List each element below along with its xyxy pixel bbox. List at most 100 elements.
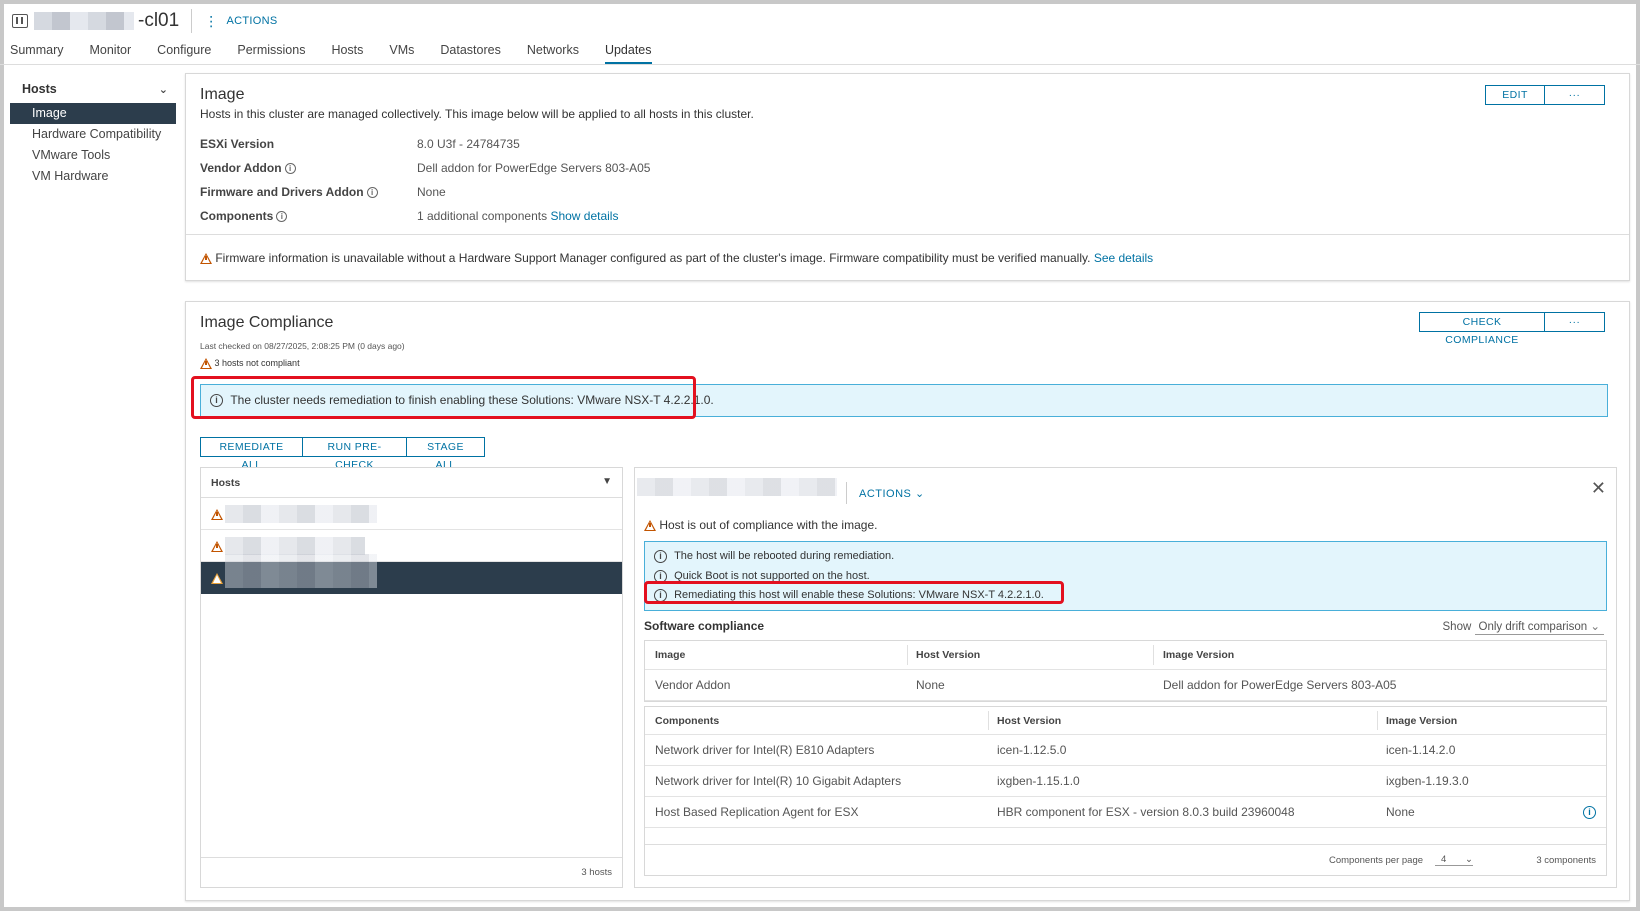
redacted-host-name: [637, 478, 837, 496]
object-tabs: Summary Monitor Configure Permissions Ho…: [10, 40, 678, 64]
field-value: 1 additional components: [417, 209, 548, 223]
host-status: Host is out of compliance with the image…: [644, 518, 877, 532]
highlight-box: [191, 376, 696, 419]
field-firmware-addon: Firmware and Drivers Addon i None: [186, 185, 986, 201]
remediation-buttons: REMEDIATE ALL RUN PRE-CHECK STAGE ALL: [200, 437, 485, 471]
table-row: Network driver for Intel(R) 10 Gigabit A…: [645, 766, 1606, 797]
field-esxi-version: ESXi Version 8.0 U3f - 24784735: [186, 137, 986, 153]
per-page-select[interactable]: 4 ⌄: [1435, 854, 1473, 866]
cell-image-version: None: [1386, 805, 1415, 819]
filter-icon[interactable]: ▼: [602, 476, 612, 487]
compliance-actions: CHECK COMPLIANCE ···: [1419, 312, 1605, 346]
field-components: Components i 1 additional components Show…: [186, 209, 986, 225]
cell-host-version: None: [916, 678, 945, 692]
image-card-actions: EDIT ···: [1485, 85, 1605, 105]
sidebar-item-hardware-compatibility[interactable]: Hardware Compatibility: [10, 124, 176, 145]
table-header-row: Components Host Version Image Version: [645, 707, 1606, 735]
table-row: Vendor Addon None Dell addon for PowerEd…: [645, 670, 1606, 701]
field-label: ESXi Version: [200, 137, 275, 151]
cell-image: Vendor Addon: [655, 678, 731, 692]
field-value: 8.0 U3f - 24784735: [417, 137, 520, 151]
tab-vms[interactable]: VMs: [389, 40, 414, 64]
tab-hosts[interactable]: Hosts: [331, 40, 363, 64]
chevron-down-icon: ⌄: [1590, 621, 1600, 633]
stage-all-button[interactable]: STAGE ALL: [407, 437, 485, 471]
column-header: Host Version: [997, 714, 1062, 727]
host-status-text: Host is out of compliance with the image…: [659, 518, 878, 532]
redacted-name: [34, 12, 134, 30]
header-actions-button[interactable]: ⋮ ACTIONS: [204, 14, 278, 28]
drift-select[interactable]: Only drift comparison ⌄: [1474, 621, 1604, 635]
close-icon[interactable]: ✕: [1591, 478, 1606, 499]
sidebar-item-vmware-tools[interactable]: VMware Tools: [10, 145, 176, 166]
not-compliant-text: 3 hosts not compliant: [214, 358, 300, 368]
image-more-button[interactable]: ···: [1545, 85, 1605, 105]
check-compliance-button[interactable]: CHECK COMPLIANCE: [1419, 312, 1545, 346]
hosts-column-header: Hosts: [211, 477, 241, 489]
tabs-divider: [0, 64, 1640, 65]
tab-updates[interactable]: Updates: [604, 40, 652, 64]
show-details-link[interactable]: Show details: [550, 209, 618, 223]
table-row: Network driver for Intel(R) E810 Adapter…: [645, 735, 1606, 766]
warning-icon: [211, 541, 223, 552]
chevron-down-icon: ⌄: [1465, 854, 1473, 865]
object-header: -cl01 ⋮ ACTIONS: [10, 8, 610, 34]
header-divider: [191, 9, 193, 33]
image-card-title: Image: [200, 86, 245, 103]
per-page-value: 4: [1441, 854, 1447, 865]
host-message: i The host will be rebooted during remed…: [654, 550, 894, 563]
field-label: Firmware and Drivers Addon: [200, 185, 364, 199]
tab-permissions[interactable]: Permissions: [237, 40, 305, 64]
host-actions-button[interactable]: ACTIONS ⌄: [859, 487, 925, 500]
host-detail-panel: ACTIONS ⌄ ✕ Host is out of compliance wi…: [634, 467, 1617, 888]
components-count: 3 components: [1536, 855, 1596, 866]
tab-summary[interactable]: Summary: [10, 40, 63, 64]
hosts-list-header: Hosts ▼: [201, 468, 622, 498]
info-icon[interactable]: i: [1583, 805, 1596, 819]
sidebar-item-image[interactable]: Image: [10, 103, 176, 124]
tab-monitor[interactable]: Monitor: [89, 40, 131, 64]
remediate-all-button[interactable]: REMEDIATE ALL: [200, 437, 303, 471]
actions-label: ACTIONS: [226, 15, 278, 27]
image-compare-table: Image Host Version Image Version Vendor …: [644, 640, 1607, 702]
sidebar-section-hosts[interactable]: Hosts ⌄: [10, 78, 176, 100]
tab-datastores[interactable]: Datastores: [440, 40, 500, 64]
detail-divider: [846, 482, 847, 504]
cluster-title: -cl01: [138, 10, 180, 31]
cell-component: Network driver for Intel(R) 10 Gigabit A…: [655, 774, 902, 788]
column-header: Image Version: [1386, 714, 1458, 727]
field-label: Components: [200, 209, 274, 223]
field-value: Dell addon for PowerEdge Servers 803-A05: [417, 161, 651, 175]
cluster-icon: [12, 14, 28, 28]
not-compliant-status: 3 hosts not compliant: [200, 358, 300, 370]
image-compliance-card: Image Compliance CHECK COMPLIANCE ··· La…: [185, 301, 1630, 901]
firmware-warning-text: Firmware information is unavailable with…: [215, 251, 1091, 265]
tab-networks[interactable]: Networks: [527, 40, 579, 64]
drift-select-value: Only drift comparison: [1478, 621, 1588, 633]
host-row-selected[interactable]: [201, 554, 622, 594]
image-card: Image Hosts in this cluster are managed …: [185, 73, 1630, 281]
components-compare-table: Components Host Version Image Version Ne…: [644, 706, 1607, 876]
info-icon[interactable]: i: [284, 163, 296, 175]
field-vendor-addon: Vendor Addon i Dell addon for PowerEdge S…: [186, 161, 986, 177]
redacted-host: [225, 537, 365, 555]
updates-sidebar: Hosts ⌄ Image Hardware Compatibility VMw…: [10, 78, 176, 187]
image-card-subtitle: Hosts in this cluster are managed collec…: [200, 107, 754, 121]
redacted-host: [225, 554, 377, 588]
info-icon[interactable]: i: [276, 211, 288, 223]
warning-icon: [644, 520, 656, 532]
drift-filter: Show Only drift comparison ⌄: [1443, 619, 1604, 635]
run-precheck-button[interactable]: RUN PRE-CHECK: [303, 437, 407, 471]
host-message-text: The host will be rebooted during remedia…: [674, 550, 895, 563]
host-row[interactable]: [201, 498, 622, 530]
sidebar-item-vm-hardware[interactable]: VM Hardware: [10, 166, 176, 187]
info-icon: i: [654, 550, 667, 563]
cell-component: Network driver for Intel(R) E810 Adapter…: [655, 743, 875, 757]
column-header: Host Version: [916, 649, 981, 661]
compliance-more-button[interactable]: ···: [1545, 312, 1605, 332]
info-icon[interactable]: i: [366, 187, 378, 199]
tab-configure[interactable]: Configure: [157, 40, 211, 64]
per-page-label: Components per page: [1329, 855, 1424, 866]
see-details-link[interactable]: See details: [1094, 251, 1153, 265]
edit-button[interactable]: EDIT: [1485, 85, 1545, 105]
